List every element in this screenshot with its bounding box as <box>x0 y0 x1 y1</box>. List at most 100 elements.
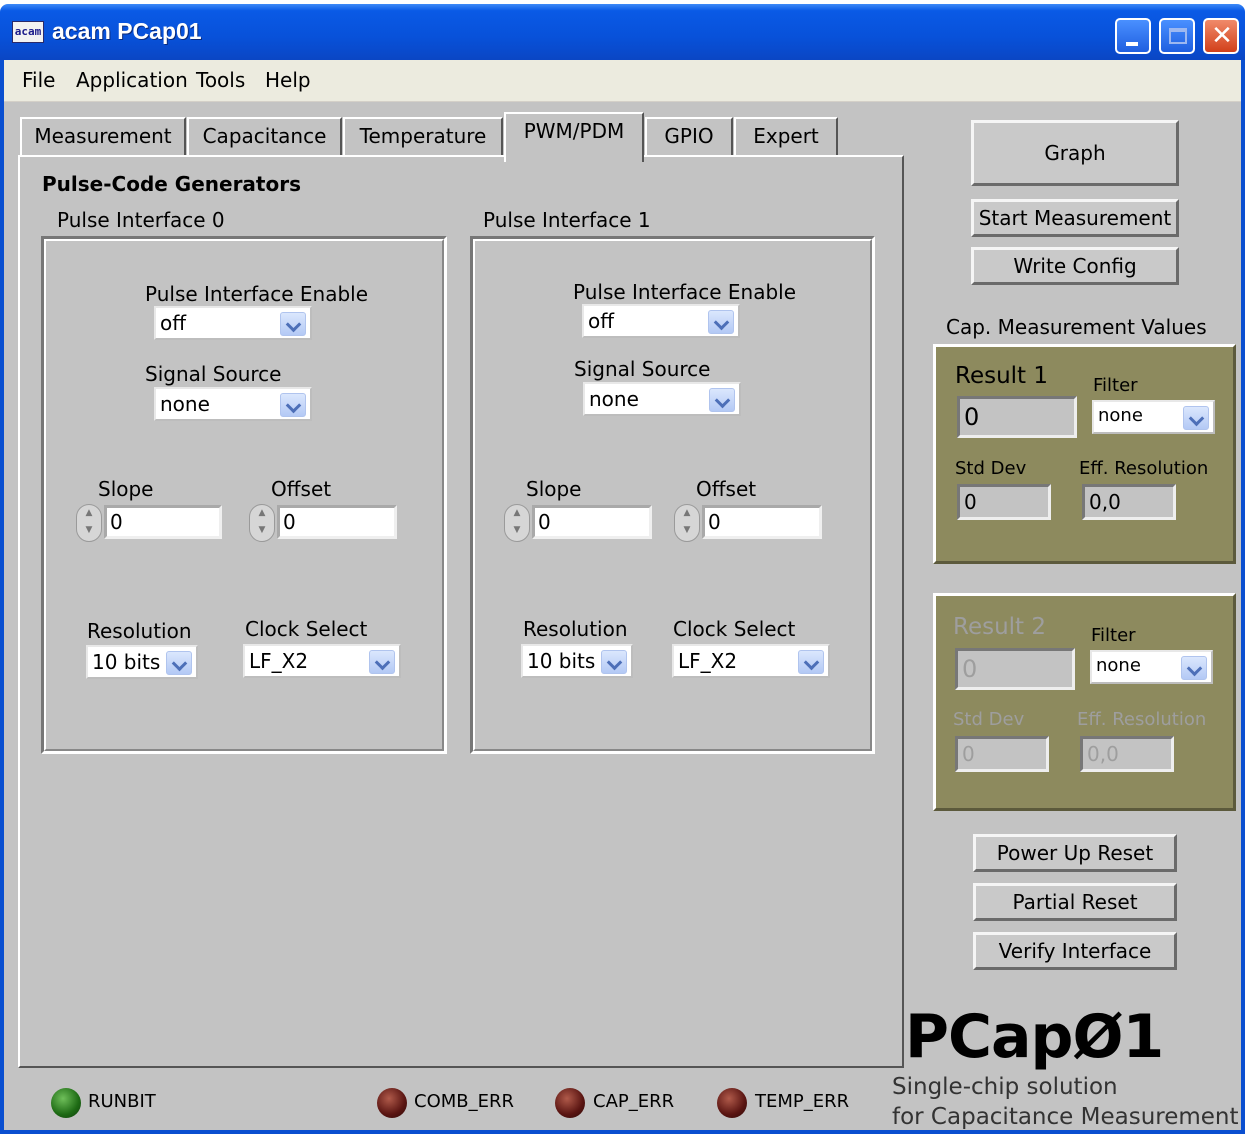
power-up-reset-button[interactable]: Power Up Reset <box>973 834 1177 872</box>
pi0-resolution-value: 10 bits <box>92 650 161 674</box>
chevron-down-icon[interactable] <box>709 388 735 412</box>
maximize-button[interactable] <box>1159 18 1195 54</box>
chevron-down-icon[interactable] <box>1183 406 1209 430</box>
menu-tools[interactable]: Tools <box>196 68 245 92</box>
pi1-slope-input[interactable]: 0 <box>532 505 652 539</box>
pi0-offset-control: ▲ ▼ 0 <box>249 502 401 542</box>
cap-err-label: CAP_ERR <box>593 1091 675 1112</box>
chevron-down-icon[interactable] <box>601 650 627 674</box>
result-2-eff-value: 0,0 <box>1080 736 1174 772</box>
result-2-value: 0 <box>955 648 1075 690</box>
pi0-clock-value: LF_X2 <box>249 649 309 673</box>
pi0-slope-input[interactable]: 0 <box>104 505 222 539</box>
pi1-clock-value: LF_X2 <box>678 649 738 673</box>
result-1-label: Result 1 <box>955 363 1049 389</box>
app-icon: acam <box>12 21 44 43</box>
tab-measurement[interactable]: Measurement <box>20 117 186 157</box>
result-2-label: Result 2 <box>953 614 1047 640</box>
window-title: acam PCap01 <box>52 18 202 44</box>
temp-err-label: TEMP_ERR <box>755 1091 850 1112</box>
pi1-source-select[interactable]: none <box>583 382 741 416</box>
result-1-std-label: Std Dev <box>955 458 1027 479</box>
result-1-filter-value: none <box>1098 405 1143 426</box>
cap-values-title: Cap. Measurement Values <box>946 315 1207 339</box>
tagline-2: for Capacitance Measurement <box>892 1104 1239 1130</box>
close-button[interactable]: ✕ <box>1203 18 1239 54</box>
pi0-slope-label: Slope <box>98 477 154 501</box>
pi1-offset-control: ▲ ▼ 0 <box>674 502 826 542</box>
runbit-led <box>51 1088 81 1118</box>
menu-application[interactable]: Application <box>76 68 188 92</box>
pi0-resolution-select[interactable]: 10 bits <box>86 645 198 679</box>
tab-expert[interactable]: Expert <box>734 117 838 157</box>
result-2-std-value: 0 <box>955 736 1049 772</box>
result-1-std-value: 0 <box>957 484 1051 520</box>
maximize-icon <box>1169 28 1187 44</box>
close-icon: ✕ <box>1211 21 1233 51</box>
menu-help[interactable]: Help <box>265 68 311 92</box>
pi1-clock-select[interactable]: LF_X2 <box>672 644 830 678</box>
pi1-offset-input[interactable]: 0 <box>702 505 822 539</box>
pi1-slope-label: Slope <box>526 477 582 501</box>
result-1-eff-value: 0,0 <box>1082 484 1176 520</box>
spinner-arrows-icon[interactable]: ▲ ▼ <box>76 504 102 542</box>
spinner-arrows-icon[interactable]: ▲ ▼ <box>504 504 530 542</box>
pi1-resolution-select[interactable]: 10 bits <box>521 644 633 678</box>
menu-file[interactable]: File <box>22 68 55 92</box>
comb-err-led <box>377 1088 407 1118</box>
result-2-std-label: Std Dev <box>953 709 1025 730</box>
pi1-source-label: Signal Source <box>574 357 711 381</box>
pi0-enable-select[interactable]: off <box>154 306 312 340</box>
result-1-filter-label: Filter <box>1093 375 1138 396</box>
spinner-arrows-icon[interactable]: ▲ ▼ <box>249 504 275 542</box>
pi0-source-label: Signal Source <box>145 362 282 386</box>
graph-button[interactable]: Graph <box>971 120 1179 186</box>
pi1-resolution-value: 10 bits <box>527 649 596 673</box>
pi0-slope-control: ▲ ▼ 0 <box>76 502 228 542</box>
chevron-down-icon[interactable] <box>280 312 306 336</box>
temp-err-led <box>717 1088 747 1118</box>
chevron-down-icon[interactable] <box>369 650 395 674</box>
pi1-slope-control: ▲ ▼ 0 <box>504 502 656 542</box>
menu-bar: File Application Tools Help <box>4 60 1241 102</box>
pi0-enable-label: Pulse Interface Enable <box>145 282 369 306</box>
chevron-down-icon[interactable] <box>280 393 306 417</box>
chevron-down-icon[interactable] <box>166 651 192 675</box>
tab-pwm-pdm[interactable]: PWM/PDM <box>504 112 644 162</box>
product-logo: PCapØ1 <box>905 1002 1164 1072</box>
chevron-down-icon[interactable] <box>798 650 824 674</box>
result-2-filter-value: none <box>1096 655 1141 676</box>
pulse-interface-1-title: Pulse Interface 1 <box>483 208 651 232</box>
tab-capacitance[interactable]: Capacitance <box>187 117 342 157</box>
pi1-offset-label: Offset <box>696 477 757 501</box>
tab-gpio[interactable]: GPIO <box>645 117 733 157</box>
section-title: Pulse-Code Generators <box>42 172 301 196</box>
pi1-clock-label: Clock Select <box>673 617 796 641</box>
chevron-down-icon[interactable] <box>1181 656 1207 680</box>
pi1-enable-value: off <box>588 309 615 333</box>
runbit-label: RUNBIT <box>88 1091 156 1112</box>
pi0-clock-select[interactable]: LF_X2 <box>243 644 401 678</box>
tab-temperature[interactable]: Temperature <box>343 117 503 157</box>
result-1-filter-select[interactable]: none <box>1092 400 1215 434</box>
start-measurement-button[interactable]: Start Measurement <box>971 199 1179 237</box>
verify-interface-button[interactable]: Verify Interface <box>973 932 1177 970</box>
result-2-filter-label: Filter <box>1091 625 1136 646</box>
result-2-filter-select[interactable]: none <box>1090 650 1213 684</box>
minimize-button[interactable] <box>1115 18 1151 54</box>
pi1-enable-label: Pulse Interface Enable <box>573 280 797 304</box>
title-bar: acam acam PCap01 ✕ <box>0 4 1245 60</box>
pi0-offset-input[interactable]: 0 <box>277 505 397 539</box>
pi1-enable-select[interactable]: off <box>582 304 740 338</box>
pi1-resolution-label: Resolution <box>523 617 628 641</box>
comb-err-label: COMB_ERR <box>414 1091 515 1112</box>
partial-reset-button[interactable]: Partial Reset <box>973 883 1177 921</box>
pulse-interface-0-title: Pulse Interface 0 <box>57 208 225 232</box>
result-1-eff-label: Eff. Resolution <box>1079 458 1209 479</box>
spinner-arrows-icon[interactable]: ▲ ▼ <box>674 504 700 542</box>
chevron-down-icon[interactable] <box>708 310 734 334</box>
write-config-button[interactable]: Write Config <box>971 247 1179 285</box>
cap-err-led <box>555 1088 585 1118</box>
pi0-source-select[interactable]: none <box>154 387 312 421</box>
minimize-icon <box>1126 42 1138 46</box>
